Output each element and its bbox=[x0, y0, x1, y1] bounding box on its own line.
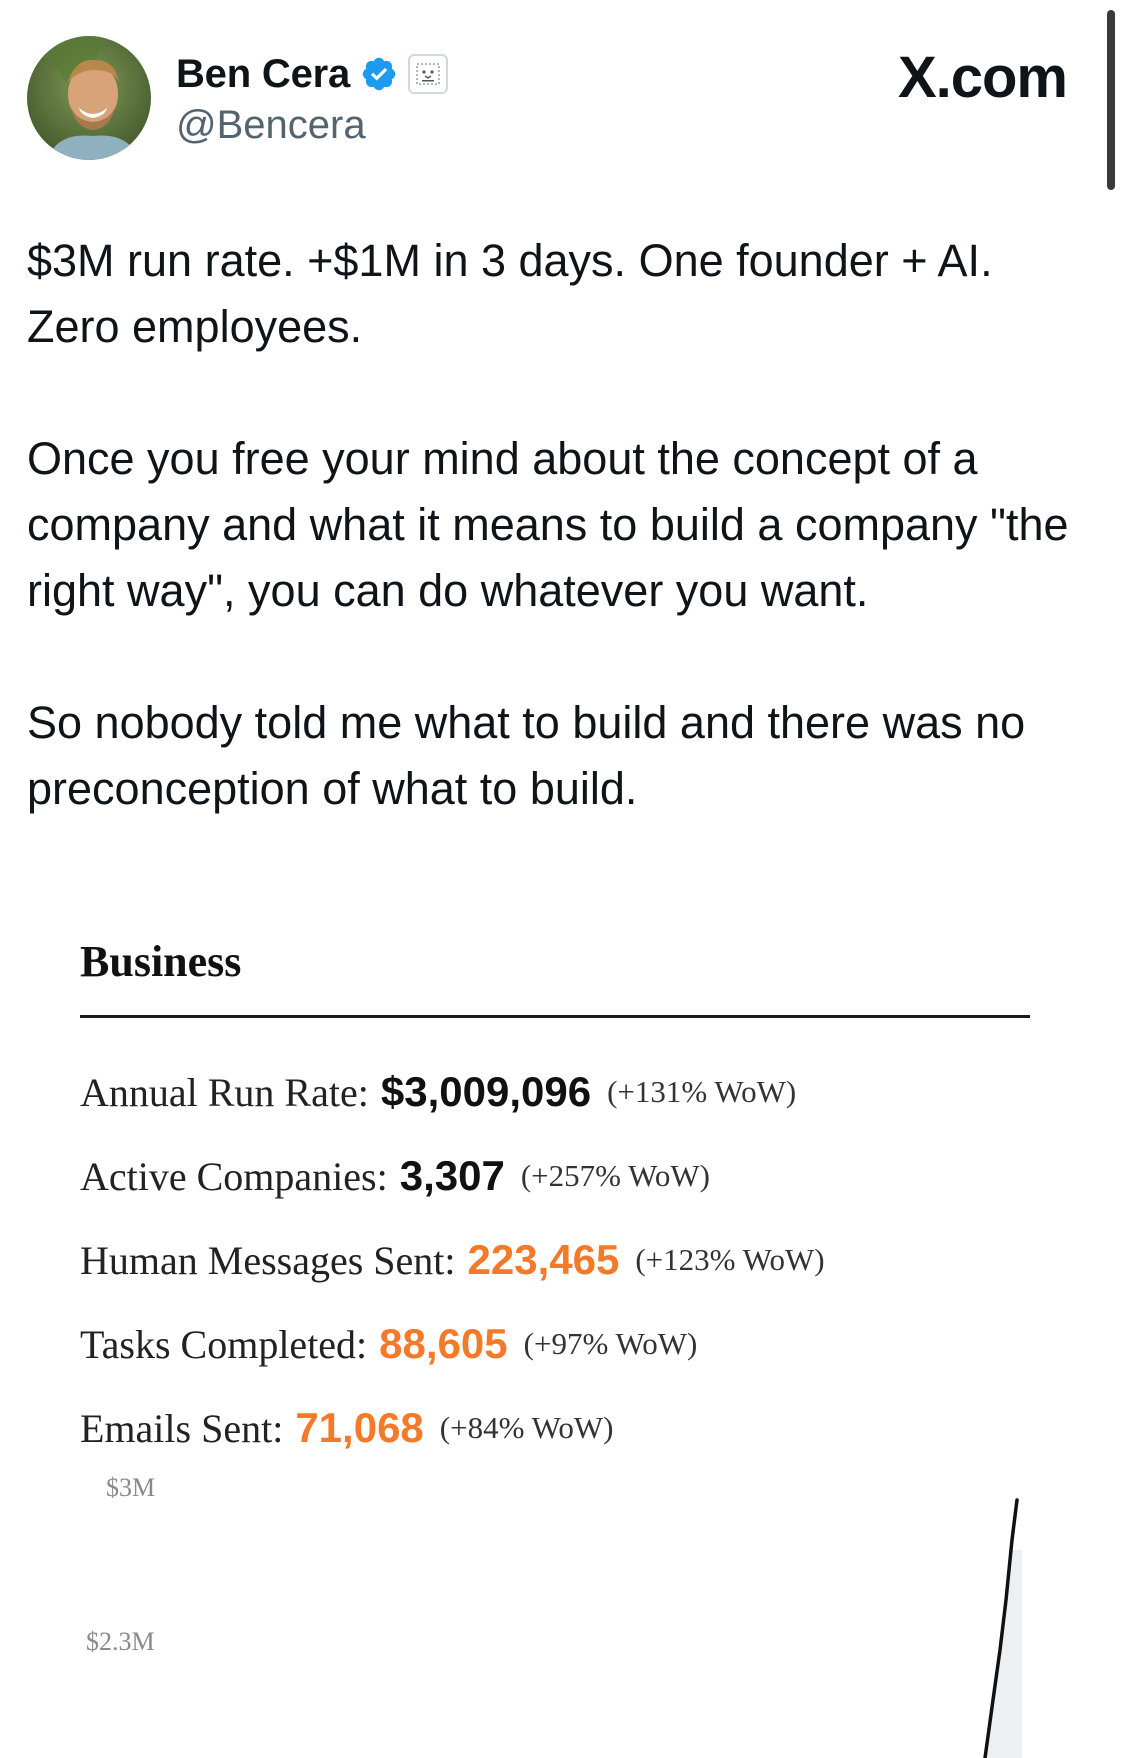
tweet-media-image[interactable]: Business Annual Run Rate: $3,009,096 (+1… bbox=[0, 900, 1125, 1758]
y-tick-label: $3M bbox=[106, 1473, 155, 1502]
scrollbar[interactable] bbox=[1107, 10, 1115, 190]
metric-label: Annual Run Rate: bbox=[80, 1069, 369, 1115]
metric-change: (+97% WoW) bbox=[523, 1326, 698, 1361]
metric-row: Annual Run Rate: $3,009,096 (+131% WoW) bbox=[80, 1050, 1080, 1134]
metric-value: 3,307 bbox=[399, 1152, 505, 1199]
author-name-row: Ben Cera bbox=[176, 46, 449, 102]
metric-value: 71,068 bbox=[295, 1404, 424, 1451]
metric-row: Tasks Completed: 88,605 (+97% WoW) bbox=[80, 1302, 1080, 1386]
verified-badge-icon bbox=[360, 55, 398, 93]
metric-value: $3,009,096 bbox=[380, 1068, 592, 1115]
metrics-list: Annual Run Rate: $3,009,096 (+131% WoW) … bbox=[80, 1050, 1080, 1470]
avatar-image bbox=[27, 36, 151, 160]
metric-label: Tasks Completed: bbox=[80, 1321, 368, 1367]
metric-change: (+131% WoW) bbox=[607, 1074, 797, 1109]
section-title: Business bbox=[80, 937, 242, 986]
metric-row: Active Companies: 3,307 (+257% WoW) bbox=[80, 1134, 1080, 1218]
avatar[interactable] bbox=[27, 36, 151, 160]
author-display-name[interactable]: Ben Cera bbox=[176, 46, 350, 102]
chart-svg: $3M $2.3M bbox=[86, 1473, 1022, 1758]
metric-label: Emails Sent: bbox=[80, 1405, 284, 1451]
tweet-paragraph: So nobody told me what to build and ther… bbox=[27, 697, 1026, 814]
metric-row: Emails Sent: 71,068 (+84% WoW) bbox=[80, 1386, 1080, 1470]
metric-label: Human Messages Sent: bbox=[80, 1237, 456, 1283]
tweet-text: $3M run rate. +$1M in 3 days. One founde… bbox=[27, 228, 1087, 822]
divider bbox=[80, 1015, 1030, 1018]
metric-change: (+257% WoW) bbox=[520, 1158, 711, 1193]
tweet-paragraph: $3M run rate. +$1M in 3 days. One founde… bbox=[27, 235, 993, 352]
author-handle[interactable]: @Bencera bbox=[176, 99, 366, 151]
metric-value: 88,605 bbox=[379, 1320, 508, 1367]
tweet-paragraph: Once you free your mind about the concep… bbox=[27, 433, 1069, 616]
y-tick-label: $2.3M bbox=[86, 1627, 155, 1656]
metric-change: (+123% WoW) bbox=[635, 1242, 825, 1277]
run-rate-chart: $3M $2.3M bbox=[0, 1460, 1125, 1758]
metric-value: 223,465 bbox=[467, 1236, 620, 1283]
metric-change: (+84% WoW) bbox=[439, 1410, 614, 1445]
metric-label: Active Companies: bbox=[80, 1153, 388, 1199]
metric-row: Human Messages Sent: 223,465 (+123% WoW) bbox=[80, 1218, 1080, 1302]
affiliate-badge-icon[interactable] bbox=[408, 54, 449, 94]
x-com-watermark: X.com bbox=[897, 45, 1068, 110]
